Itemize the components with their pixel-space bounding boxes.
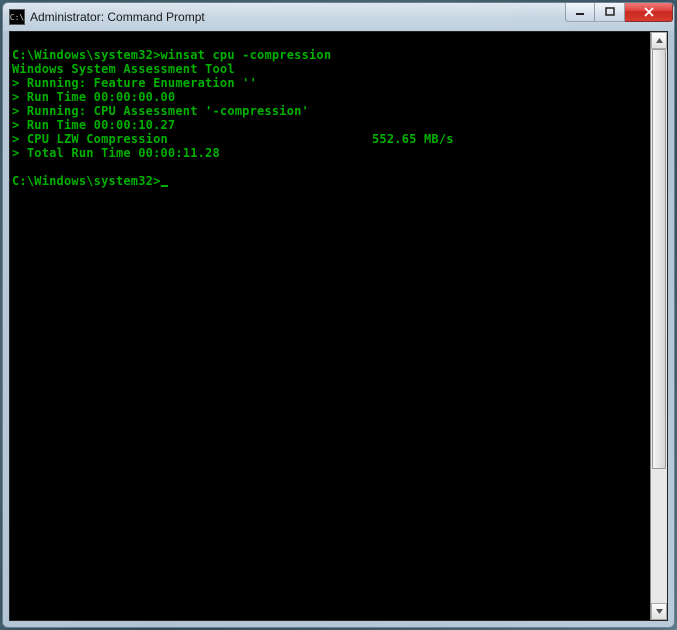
output-line: > CPU LZW Compression552.65 MB/s <box>12 132 650 146</box>
scroll-down-button[interactable] <box>651 603 667 620</box>
prompt-line: C:\Windows\system32> <box>12 174 650 188</box>
result-label: > CPU LZW Compression <box>12 132 372 146</box>
titlebar[interactable]: C:\ Administrator: Command Prompt <box>3 3 674 31</box>
output-line: > Running: CPU Assessment '-compression' <box>12 104 650 118</box>
command-text: winsat cpu -compression <box>161 48 332 62</box>
prompt-path: C:\Windows\system32> <box>12 174 161 188</box>
result-value: 552.65 MB/s <box>372 132 454 146</box>
scroll-track[interactable] <box>651 49 667 603</box>
output-line: > Run Time 00:00:10.27 <box>12 118 650 132</box>
close-button[interactable] <box>625 2 673 22</box>
maximize-button[interactable] <box>595 2 625 22</box>
window-controls <box>565 2 673 22</box>
output-line: > Running: Feature Enumeration '' <box>12 76 650 90</box>
scroll-thumb[interactable] <box>652 49 666 469</box>
blank-line <box>12 34 650 48</box>
cursor <box>161 185 168 187</box>
vertical-scrollbar[interactable] <box>650 32 667 620</box>
scroll-up-button[interactable] <box>651 32 667 49</box>
minimize-button[interactable] <box>565 2 595 22</box>
terminal-output[interactable]: C:\Windows\system32>winsat cpu -compress… <box>10 32 650 620</box>
client-area: C:\Windows\system32>winsat cpu -compress… <box>9 31 668 621</box>
output-line: > Run Time 00:00:00.00 <box>12 90 650 104</box>
blank-line <box>12 160 650 174</box>
prompt-path: C:\Windows\system32> <box>12 48 161 62</box>
output-line: Windows System Assessment Tool <box>12 62 650 76</box>
app-icon: C:\ <box>9 9 25 25</box>
output-line: > Total Run Time 00:00:11.28 <box>12 146 650 160</box>
command-prompt-window: C:\ Administrator: Command Prompt C:\Win… <box>2 2 675 628</box>
prompt-line: C:\Windows\system32>winsat cpu -compress… <box>12 48 650 62</box>
